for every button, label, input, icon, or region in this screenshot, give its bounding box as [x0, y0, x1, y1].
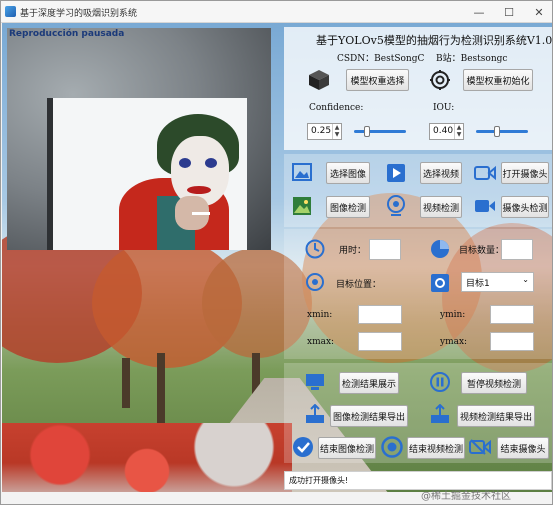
cube-icon — [307, 68, 331, 92]
time-label: 用时： — [339, 246, 367, 256]
check-circle-icon — [291, 435, 315, 459]
select-weights-button[interactable]: 模型权重选择 — [346, 69, 409, 91]
position-label: 目标位置： — [336, 280, 382, 290]
settings-icon — [428, 68, 452, 92]
target-list-icon — [429, 272, 451, 294]
time-output — [369, 239, 401, 260]
maximize-button[interactable]: ☐ — [494, 1, 524, 23]
ymax-label: ymax: — [440, 337, 468, 347]
show-result-button[interactable]: 检测结果展示 — [339, 372, 399, 394]
image-detect-icon — [291, 195, 313, 217]
xmin-output — [358, 305, 402, 324]
export-image-button[interactable]: 图像检测结果导出 — [330, 405, 408, 427]
webcam-icon — [385, 194, 407, 218]
select-video-button[interactable]: 选择视频 — [420, 162, 462, 184]
pause-video-button[interactable]: 暂停视频检测 — [461, 372, 527, 394]
xmin-label: xmin: — [307, 310, 333, 320]
stop-circle-icon — [380, 435, 404, 459]
slider-handle[interactable] — [364, 126, 370, 137]
display-icon — [304, 371, 326, 393]
chevron-down-icon: ⌄ — [522, 275, 529, 284]
video-display: Reproducción pausada — [7, 28, 271, 250]
clock-icon — [304, 238, 326, 260]
count-output — [501, 239, 533, 260]
window-title: 基于深度学习的吸烟识别系统 — [20, 9, 138, 19]
count-label: 目标数量： — [459, 246, 505, 256]
flower-bed — [2, 423, 292, 492]
iou-label: IOU: — [433, 103, 455, 113]
pause-icon — [429, 371, 451, 393]
confidence-value: 0.25 — [311, 126, 332, 136]
camera-off-icon — [468, 437, 492, 457]
camera-detect-icon — [473, 197, 497, 215]
camera-icon — [473, 163, 497, 183]
pie-chart-icon — [429, 238, 451, 260]
end-camera-button[interactable]: 结束摄像头 — [497, 437, 549, 459]
iou-slider[interactable] — [476, 126, 528, 137]
title-bar: 基于深度学习的吸烟识别系统 — ☐ ✕ — [1, 1, 552, 23]
spin-arrows-icon[interactable]: ▲ ▼ — [454, 124, 463, 139]
confidence-slider[interactable] — [354, 126, 406, 137]
end-image-button[interactable]: 结束图像检测 — [318, 437, 376, 459]
confidence-spinbox[interactable]: 0.25 ▲ ▼ — [307, 123, 342, 140]
window-controls: — ☐ ✕ — [464, 1, 552, 23]
csdn-label: CSDN：BestSongC — [337, 54, 425, 64]
status-bar: 成功打开摄像头! — [284, 471, 552, 490]
export-icon — [429, 403, 451, 425]
video-detect-button[interactable]: 视频检测 — [420, 196, 462, 218]
app-icon — [5, 6, 16, 17]
video-overlay-tag: Reproducción pausada — [9, 29, 125, 39]
minimize-button[interactable]: — — [464, 1, 494, 23]
iou-value: 0.40 — [433, 126, 454, 136]
status-message: 成功打开摄像头! — [289, 476, 349, 485]
confidence-label: Confidence: — [309, 103, 364, 113]
xmax-label: xmax: — [307, 337, 335, 347]
app-window: 基于深度学习的吸烟识别系统 — ☐ ✕ Reproducción pausada — [0, 0, 553, 505]
bilibili-label: B站：Bestsongc — [436, 54, 508, 64]
end-video-button[interactable]: 结束视频检测 — [407, 437, 465, 459]
watermark: @稀土掘金技术社区 — [421, 491, 511, 502]
target-icon — [304, 271, 326, 293]
spin-arrows-icon[interactable]: ▲ ▼ — [332, 124, 341, 139]
xmax-output — [358, 332, 402, 351]
target-select[interactable]: 目标1 ⌄ — [461, 272, 534, 292]
iou-spinbox[interactable]: 0.40 ▲ ▼ — [429, 123, 464, 140]
select-image-button[interactable]: 选择图像 — [326, 162, 370, 184]
image-icon — [291, 162, 313, 182]
image-detect-button[interactable]: 图像检测 — [326, 196, 370, 218]
export-icon — [304, 403, 326, 425]
camera-detect-button[interactable]: 摄像头检测 — [501, 196, 549, 218]
slider-handle[interactable] — [493, 126, 500, 137]
export-video-button[interactable]: 视频检测结果导出 — [457, 405, 535, 427]
ymin-label: ymin: — [440, 310, 466, 320]
ymin-output — [490, 305, 534, 324]
init-weights-button[interactable]: 模型权重初始化 — [463, 69, 533, 91]
video-file-icon — [385, 162, 407, 184]
app-heading: 基于YOLOv5模型的抽烟行为检测识别系统V1.0 — [316, 34, 553, 47]
close-button[interactable]: ✕ — [524, 1, 552, 23]
open-camera-button[interactable]: 打开摄像头 — [501, 162, 549, 184]
ymax-output — [490, 332, 534, 351]
